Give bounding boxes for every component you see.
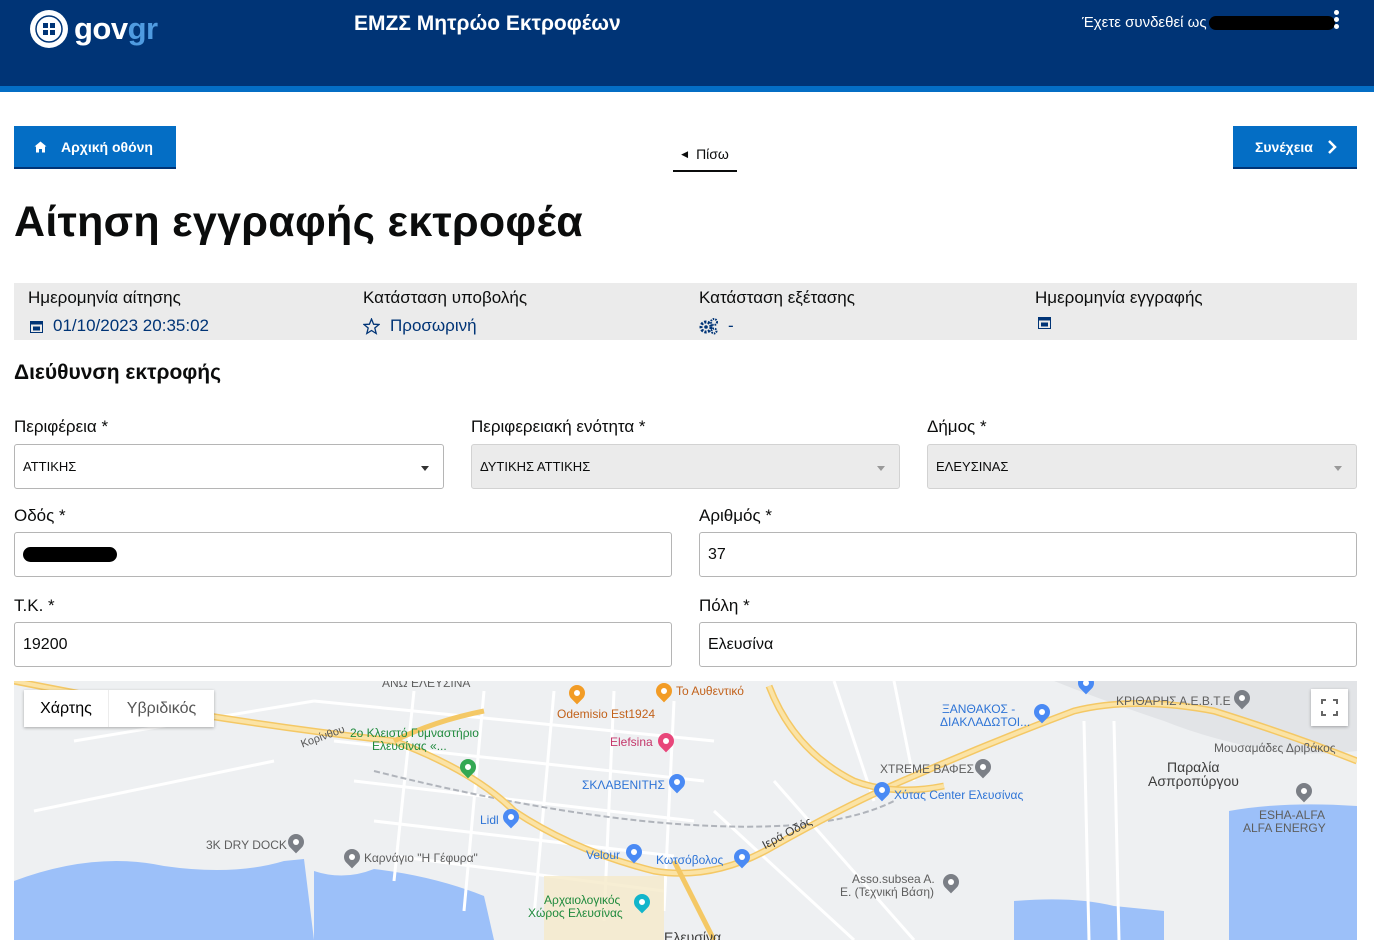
caret-down-icon [1334,466,1342,471]
map-type-map-button[interactable]: Χάρτης [24,690,108,727]
submission-status-label: Κατάσταση υποβολής [363,288,528,307]
region-label: Περιφέρεια * [14,417,109,436]
regional-unit-select[interactable]: ΔΥΤΙΚΗΣ ΑΤΤΙΚΗΣ [471,444,900,489]
registration-date-label: Ημερομηνία εγγραφής [1035,288,1203,307]
city-input[interactable]: Ελευσίνα [699,622,1357,667]
continue-button[interactable]: Συνέχεια [1233,126,1357,169]
header-stripe [0,86,1374,92]
map-poi-kriotharis[interactable]: ΚΡΙΘΑΡΗΣ Α.Ε.Β.Τ.Ε [1116,695,1231,708]
map-poi-odemisio[interactable]: Odemisio Est1924 [557,708,655,721]
caret-left-icon: ◀ [681,148,689,159]
star-icon [363,317,380,335]
back-button-label: Πίσω [696,146,729,162]
postal-code-input[interactable]: 19200 [14,622,672,667]
number-input[interactable]: 37 [699,532,1357,577]
address-section-title: Διεύθυνση εκτροφής [14,361,222,384]
map-poi-mousamades[interactable]: Μουσαμάδες Δριβάκος [1214,742,1336,755]
postal-code-input-value: 19200 [23,635,68,653]
map-poi-xytas[interactable]: Χύτας Center Ελευσίνας [894,789,1023,802]
map-poi-sklavenitis[interactable]: ΣΚΛΑΒΕΝΙΤΗΣ [582,779,665,792]
app-title: ΕΜΖΣ Μητρώο Εκτροφέων [354,12,621,35]
map-poi-asso-2[interactable]: E. (Τεχνική Βάση) [840,886,934,899]
map-poi-xtreme[interactable]: XTREME ΒΑΦΕΣ [880,763,974,776]
fullscreen-button[interactable] [1311,689,1348,726]
fullscreen-icon [1321,699,1338,716]
submission-status-value: Προσωρινή [363,316,477,336]
logo-text: govgr [74,11,158,46]
logged-in-label: Έχετε συνδεθεί ως [1082,14,1207,31]
application-summary: Ημερομηνία αίτησης 01/10/2023 20:35:02 Κ… [14,283,1357,340]
number-input-value: 37 [708,545,726,563]
map-poi-lidl[interactable]: Lidl [480,814,499,827]
map-type-hybrid-button[interactable]: Υβριδικός [108,690,214,727]
chevron-right-icon [1327,139,1337,154]
kebab-menu-icon[interactable] [1330,10,1342,34]
map-poi-to-afthentiko[interactable]: Το Αυθεντικό [676,685,744,698]
redacted-street [23,547,117,562]
map-poi-archaeological-2[interactable]: Χώρος Ελευσίνας [528,907,623,920]
regional-unit-label: Περιφερειακή ενότητα * [471,417,646,436]
govgr-logo[interactable]: govgr [30,10,158,48]
street-input[interactable] [14,532,672,577]
street-label: Οδός * [14,506,66,525]
calendar-icon [1038,317,1051,329]
application-date-label: Ημερομηνία αίτησης [28,288,181,307]
back-button[interactable]: ◀ Πίσω [673,138,737,172]
caret-down-icon [421,466,429,471]
municipality-select-value: ΕΛΕΥΣΙΝΑΣ [936,459,1009,474]
municipality-select[interactable]: ΕΛΕΥΣΙΝΑΣ [927,444,1357,489]
map-poi-kotsovolos[interactable]: Κωτσόβολος [656,854,723,867]
review-status-label: Κατάσταση εξέτασης [699,288,855,307]
map-poi-gymnasio-2[interactable]: Ελευσίνας «... [372,740,447,753]
address-map[interactable]: Χάρτης Υβριδικός ΑΝΩ ΕΛΕΥΣΙΝΑ Το Αυθεντι… [14,681,1357,940]
gears-icon [699,317,718,334]
map-background [14,681,1357,940]
city-label: Πόλη * [699,596,750,615]
review-status-value: - [699,316,734,336]
top-header: govgr ΕΜΖΣ Μητρώο Εκτροφέων Έχετε συνδεθ… [0,0,1374,86]
map-poi-dry-dock[interactable]: 3K DRY DOCK [206,839,287,852]
redacted-username [1208,15,1335,30]
map-label-ano-elefsina: ΑΝΩ ΕΛΕΥΣΙΝΑ [382,681,471,690]
region-select[interactable]: ΑΤΤΙΚΗΣ [14,444,444,489]
map-type-toggle: Χάρτης Υβριδικός [24,690,214,727]
home-button-label: Αρχική οθόνη [61,138,153,155]
regional-unit-select-value: ΔΥΤΙΚΗΣ ΑΤΤΙΚΗΣ [480,459,591,474]
map-label-elefsina: Ελευσίνα [664,929,722,940]
calendar-icon [30,320,43,333]
home-button[interactable]: Αρχική οθόνη [14,126,176,169]
city-input-value: Ελευσίνα [708,635,774,653]
map-label-paralia-2: Ασπροπύργου [1148,773,1239,789]
postal-code-label: Τ.Κ. * [14,596,55,615]
application-date-value: 01/10/2023 20:35:02 [30,316,209,336]
caret-down-icon [877,466,885,471]
map-poi-velour[interactable]: Velour [586,849,620,862]
map-poi-esha-2[interactable]: ALFA ENERGY [1243,822,1326,835]
continue-button-label: Συνέχεια [1255,138,1313,155]
map-poi-karnagio[interactable]: Καρνάγιο "Η Γέφυρα" [364,852,478,865]
map-poi-xanthakos-2[interactable]: ΔΙΑΚΛΑΔΩΤΟΙ... [940,716,1030,729]
registration-date-value [1038,316,1061,329]
number-label: Αριθμός * [699,506,773,525]
greek-emblem-icon [30,10,68,48]
page-title: Αίτηση εγγραφής εκτροφέα [14,198,583,246]
user-info: Έχετε συνδεθεί ως [1082,14,1335,31]
map-poi-elefsina-shop[interactable]: Elefsina [610,736,653,749]
region-select-value: ΑΤΤΙΚΗΣ [23,459,77,474]
municipality-label: Δήμος * [927,417,987,436]
home-icon [34,141,47,152]
